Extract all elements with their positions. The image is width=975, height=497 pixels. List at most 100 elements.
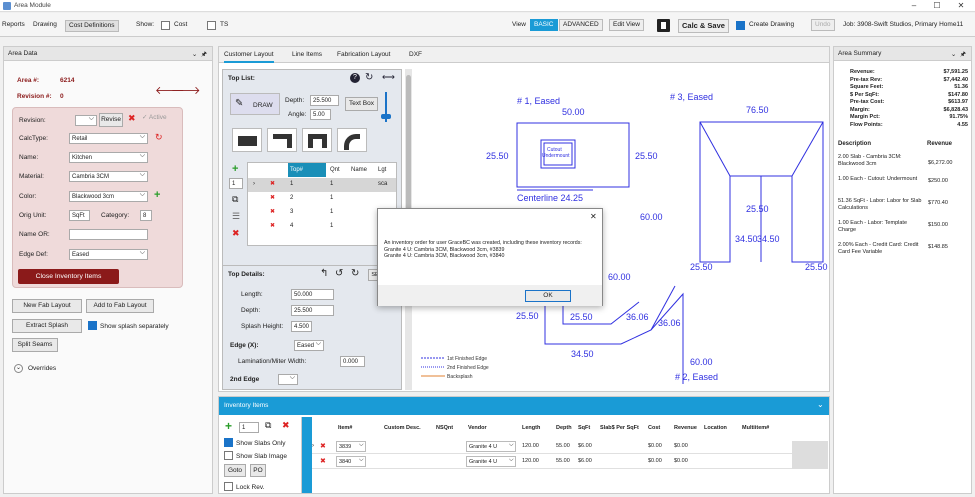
arrow-right-icon[interactable]: 🡒 xyxy=(171,83,201,97)
shape-curve-button[interactable] xyxy=(337,128,367,152)
film-icon[interactable] xyxy=(657,19,670,32)
inventory-col-header[interactable]: Custom Desc. xyxy=(384,425,421,431)
chevron-down-icon[interactable]: ⌄ xyxy=(14,364,23,373)
dialog-close-icon[interactable]: ✕ xyxy=(590,212,597,221)
show-splash-checkbox[interactable] xyxy=(88,321,97,330)
revision-select[interactable] xyxy=(75,115,97,126)
table-row[interactable]: ✖ 3 1 xyxy=(248,206,396,220)
summary-line-item[interactable]: 1.00 Each - Cutout: Undermount $250.00 xyxy=(838,176,968,198)
depth-detail-field[interactable]: 25.500 xyxy=(291,305,334,316)
minimize-icon[interactable]: – xyxy=(905,1,923,11)
extract-splash-button[interactable]: Extract Splash xyxy=(12,319,82,333)
tab-line-items[interactable]: Line Items xyxy=(292,51,322,58)
shape-rect-button[interactable] xyxy=(232,128,262,152)
delete-top-icon[interactable]: ✖ xyxy=(232,228,240,239)
edge-default-select[interactable]: Eased xyxy=(69,249,148,260)
length-field[interactable]: 50.000 xyxy=(291,289,334,300)
inventory-col-header[interactable]: SqFt xyxy=(578,425,590,431)
rotate-cw-icon[interactable]: ↻ xyxy=(351,268,359,279)
edit-view-button[interactable]: Edit View xyxy=(609,19,644,31)
orig-unit-field[interactable]: SqFt xyxy=(69,210,90,221)
tab-customer-layout[interactable]: Customer Layout xyxy=(224,51,274,63)
summary-line-item[interactable]: 2.00% Each - Credit Card: Credit Card Fe… xyxy=(838,242,968,264)
delete-icon[interactable]: ✖ xyxy=(128,113,136,124)
col-header-lgt[interactable]: Lgt xyxy=(378,167,386,173)
advanced-view-button[interactable]: ADVANCED xyxy=(559,19,603,31)
menu-reports[interactable]: Reports xyxy=(2,21,25,28)
edge-x-select[interactable]: Eased xyxy=(294,340,324,351)
ok-button[interactable]: OK xyxy=(525,290,571,302)
rotate-ccw-icon[interactable]: ↺ xyxy=(335,268,343,279)
inventory-cell[interactable]: $0.00 xyxy=(648,443,662,449)
depth-field[interactable]: 25.500 xyxy=(310,95,339,106)
name-or-field[interactable] xyxy=(69,229,148,240)
shape-u-button[interactable] xyxy=(302,128,332,152)
copy-icon[interactable]: ⧉ xyxy=(265,420,271,431)
lamination-field[interactable]: 0.000 xyxy=(340,356,365,367)
undo-button[interactable]: Undo xyxy=(811,19,835,31)
basic-view-button[interactable]: BASIC xyxy=(530,19,558,31)
inventory-cell[interactable]: 120.00 xyxy=(522,458,539,464)
tab-dxf[interactable]: DXF xyxy=(409,51,422,58)
material-select[interactable]: Cambria 3CM xyxy=(69,171,148,182)
ts-checkbox[interactable] xyxy=(207,21,216,30)
name-select[interactable]: Kitchen xyxy=(69,152,148,163)
active-checkbox[interactable]: ✓ Active xyxy=(142,113,167,121)
new-fab-layout-button[interactable]: New Fab Layout xyxy=(12,299,82,313)
summary-line-item[interactable]: 1.00 Each - Labor: Template Charge $150.0… xyxy=(838,220,968,242)
inventory-cell[interactable]: $0.00 xyxy=(674,443,688,449)
inventory-col-header[interactable]: Length xyxy=(522,425,540,431)
lock-rev-checkbox[interactable] xyxy=(224,482,233,491)
inventory-cell[interactable]: $0.00 xyxy=(674,458,688,464)
summary-line-item[interactable]: 2.00 Slab - Cambria 3CM: Blackwood 3cm $6… xyxy=(838,154,968,176)
add-top-icon[interactable]: + xyxy=(232,163,238,175)
table-row[interactable]: ✖ 2 1 xyxy=(248,192,396,206)
inventory-cell[interactable]: 55.00 xyxy=(556,443,570,449)
delete-inventory-icon[interactable]: ✖ xyxy=(282,420,290,431)
cost-definitions-button[interactable]: Cost Definitions xyxy=(65,20,119,32)
delete-row-icon[interactable]: ✖ xyxy=(320,457,326,465)
col-header-top[interactable]: Top# xyxy=(290,167,303,173)
color-select[interactable]: Blackwood 3cm xyxy=(69,191,148,202)
collapse-icon[interactable]: ⌄ xyxy=(817,400,824,409)
table-row[interactable]: › ✖ 1 1 sca xyxy=(248,178,396,192)
inventory-cell[interactable]: 120.00 xyxy=(522,443,539,449)
top-count-spinner[interactable]: 1 xyxy=(229,178,243,189)
menu-drawing[interactable]: Drawing xyxy=(33,21,57,28)
slider-thumb[interactable] xyxy=(381,114,391,119)
col-header-qnt[interactable]: Qnt xyxy=(330,167,340,173)
shape-l-button[interactable] xyxy=(267,128,297,152)
table-row[interactable]: › ✖ 3839 ⌵ Granite 4 U ⌵ 120.00 55.00 $6.00 $0.00… xyxy=(312,440,792,454)
goto-button[interactable]: Goto xyxy=(224,464,246,477)
show-slabs-checkbox[interactable] xyxy=(224,438,233,447)
refresh-icon[interactable]: ↻ xyxy=(365,72,373,83)
revise-button[interactable]: Revise xyxy=(99,113,123,127)
collapse-icon[interactable]: ⟷ xyxy=(382,72,395,83)
split-seams-button[interactable]: Split Seams xyxy=(12,338,58,352)
help-icon[interactable]: ? xyxy=(350,73,360,83)
tab-fabrication-layout[interactable]: Fabrication Layout xyxy=(337,51,390,58)
summary-line-item[interactable]: 51.36 SqFt - Labor: Labor for Slab Calcu… xyxy=(838,198,968,220)
list-icon[interactable]: ☰ xyxy=(232,211,240,222)
table-row[interactable]: ✖ 3840 ⌵ Granite 4 U ⌵ 120.00 55.00 $6.00 $0.00 $… xyxy=(312,455,792,469)
angle-field[interactable]: 5.00 xyxy=(310,109,331,120)
draw-button[interactable]: ✎ DRAW xyxy=(230,93,280,115)
inventory-cell[interactable]: $6.00 xyxy=(578,458,592,464)
po-button[interactable]: PO xyxy=(250,464,266,477)
add-color-icon[interactable]: + xyxy=(154,189,160,201)
inventory-col-header[interactable]: Multiitem# xyxy=(742,425,769,431)
inventory-count-spinner[interactable]: 1 xyxy=(239,422,259,433)
second-edge-select[interactable] xyxy=(278,374,298,385)
maximize-icon[interactable]: ☐ xyxy=(928,1,946,11)
refresh-icon[interactable]: ↻ xyxy=(155,132,163,143)
inventory-col-header[interactable]: Vendor xyxy=(468,425,487,431)
overrides-label[interactable]: Overrides xyxy=(28,365,56,372)
inventory-col-header[interactable]: Revenue xyxy=(674,425,697,431)
close-icon[interactable]: ✕ xyxy=(952,1,970,11)
splash-height-field[interactable]: 4.500 xyxy=(291,321,312,332)
category-field[interactable]: 8 xyxy=(140,210,152,221)
inventory-col-header[interactable]: Cost xyxy=(648,425,660,431)
add-inventory-icon[interactable]: + xyxy=(225,419,232,433)
inventory-cell[interactable]: $6.00 xyxy=(578,443,592,449)
inventory-cell[interactable]: 55.00 xyxy=(556,458,570,464)
